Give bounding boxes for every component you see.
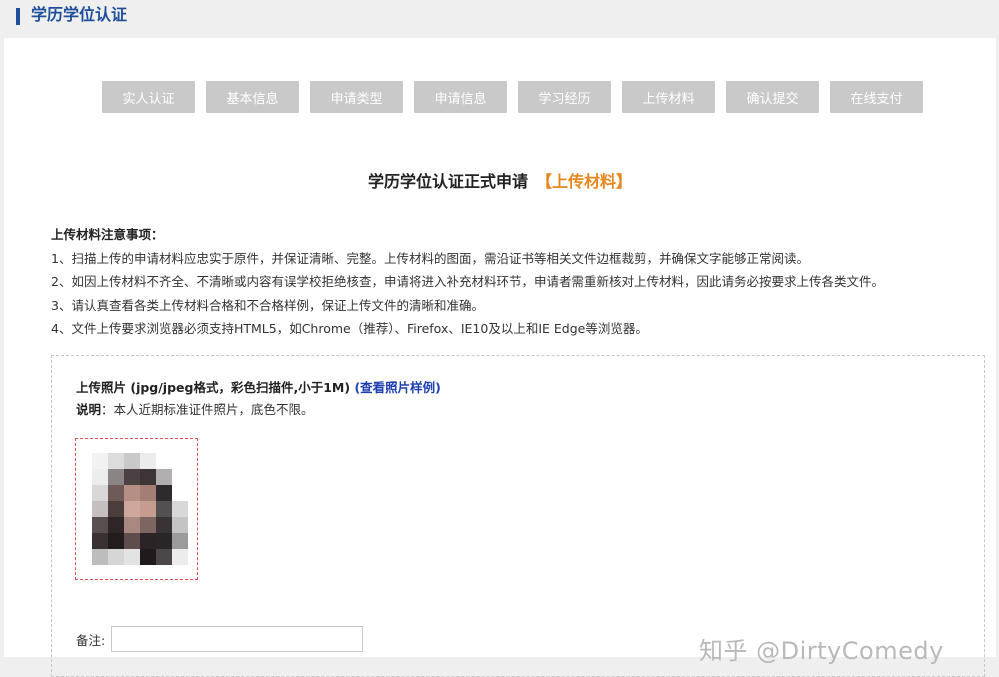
step-real-person-auth[interactable]: 实人认证	[102, 81, 195, 113]
step-nav: 实人认证 基本信息 申请类型 申请信息 学习经历 上传材料 确认提交 在线支付	[102, 81, 923, 113]
section-heading-main: 学历学位认证正式申请	[367, 172, 528, 191]
title-accent-bar	[16, 8, 20, 25]
step-application-type[interactable]: 申请类型	[310, 81, 403, 113]
upload-notes: 上传材料注意事项： 1、扫描上传的申请材料应忠实于原件，并保证清晰、完整。上传材…	[51, 223, 971, 341]
page-title: 学历学位认证	[31, 5, 128, 24]
description-text: ：本人近期标准证件照片，底色不限。	[101, 402, 314, 417]
notes-item: 3、请认真查看各类上传材料合格和不合格样例，保证上传文件的清晰和准确。	[51, 297, 484, 313]
step-online-payment[interactable]: 在线支付	[830, 81, 923, 113]
uploaded-photo-preview[interactable]	[75, 438, 198, 580]
section-heading: 学历学位认证正式申请 【上传材料】	[4, 172, 996, 192]
step-confirm-submit[interactable]: 确认提交	[726, 81, 819, 113]
step-basic-info[interactable]: 基本信息	[206, 81, 299, 113]
remark-row: 备注:	[76, 626, 364, 652]
watermark: 知乎 @DirtyComedy	[699, 637, 944, 665]
pixelated-portrait-photo	[76, 439, 197, 579]
notes-title: 上传材料注意事项：	[51, 227, 164, 242]
top-bar: 学历学位认证	[0, 0, 999, 36]
photo-upload-requirements: 上传照片 (jpg/jpeg格式，彩色扫描件,小于1M)	[76, 380, 351, 395]
notes-item: 2、如因上传材料不齐全、不清晰或内容有误学校拒绝核查，申请将进入补充材料环节，申…	[51, 274, 884, 289]
photo-upload-title: 上传照片 (jpg/jpeg格式，彩色扫描件,小于1M) (查看照片样例)	[76, 377, 441, 396]
photo-upload-description: 说明：本人近期标准证件照片，底色不限。	[76, 399, 314, 418]
photo-upload-section: 上传照片 (jpg/jpeg格式，彩色扫描件,小于1M) (查看照片样例) 说明…	[51, 355, 985, 677]
notes-item: 1、扫描上传的申请材料应忠实于原件，并保证清晰、完整。上传材料的图面，需沿证书等…	[51, 250, 809, 266]
step-study-history[interactable]: 学习经历	[518, 81, 611, 113]
main-card: 实人认证 基本信息 申请类型 申请信息 学习经历 上传材料 确认提交 在线支付 …	[4, 38, 996, 677]
notes-item: 4、文件上传要求浏览器必须支持HTML5，如Chrome（推荐）、Firefox…	[51, 321, 648, 336]
step-application-info[interactable]: 申请信息	[414, 81, 507, 113]
view-photo-sample-link[interactable]: (查看照片样例)	[354, 380, 440, 395]
remark-input[interactable]	[111, 626, 364, 652]
step-upload-materials[interactable]: 上传材料	[622, 81, 715, 113]
remark-label: 备注:	[76, 632, 106, 648]
section-heading-stage: 【上传材料】	[536, 172, 633, 191]
description-label: 说明	[76, 402, 102, 417]
